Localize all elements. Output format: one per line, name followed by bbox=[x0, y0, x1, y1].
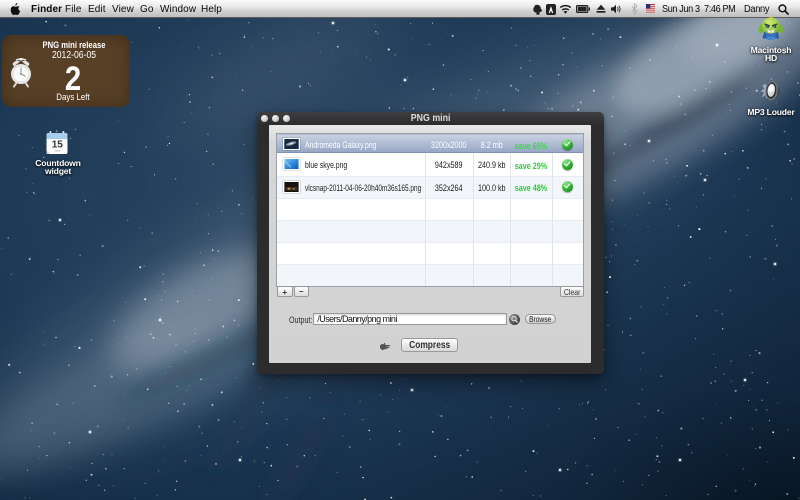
svg-text:June: June bbox=[54, 149, 60, 153]
